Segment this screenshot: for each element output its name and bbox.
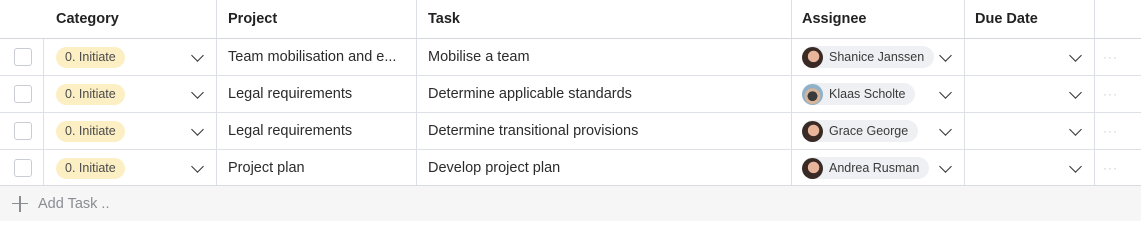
- task-cell[interactable]: Determine transitional provisions: [417, 113, 792, 149]
- task-name: Mobilise a team: [428, 49, 530, 65]
- avatar: [802, 120, 823, 142]
- due-date-cell[interactable]: [965, 39, 1095, 75]
- more-icon[interactable]: ···: [1095, 161, 1118, 175]
- assignee-cell[interactable]: Klaas Scholte: [792, 76, 965, 112]
- chevron-down-icon[interactable]: [1069, 123, 1082, 136]
- category-badge: 0. Initiate: [56, 120, 125, 142]
- task-name: Determine transitional provisions: [428, 123, 639, 139]
- row-checkbox[interactable]: [14, 122, 32, 140]
- assignee-pill[interactable]: Klaas Scholte: [802, 83, 916, 105]
- more-icon[interactable]: ···: [1095, 50, 1118, 64]
- category-cell[interactable]: 0. Initiate: [44, 76, 217, 112]
- chevron-down-icon[interactable]: [939, 86, 952, 99]
- row-select-cell: [0, 150, 44, 186]
- category-cell[interactable]: 0. Initiate: [44, 113, 217, 149]
- table-row: 0. Initiate Legal requirements Determine…: [0, 113, 1141, 150]
- header-extra-column: [1095, 0, 1141, 38]
- table-header: Category Project Task Assignee Due Date: [0, 0, 1141, 39]
- chevron-down-icon[interactable]: [191, 160, 204, 173]
- project-cell[interactable]: Team mobilisation and e...: [217, 39, 417, 75]
- category-badge: 0. Initiate: [56, 83, 125, 105]
- row-select-cell: [0, 39, 44, 75]
- row-more-cell[interactable]: ···: [1095, 39, 1141, 75]
- row-more-cell[interactable]: ···: [1095, 113, 1141, 149]
- avatar: [802, 83, 823, 105]
- header-category[interactable]: Category: [44, 0, 217, 38]
- assignee-pill[interactable]: Shanice Janssen: [802, 46, 935, 68]
- task-table: Category Project Task Assignee Due Date …: [0, 0, 1141, 187]
- add-task-row[interactable]: Add Task ..: [0, 185, 1141, 221]
- row-select-cell: [0, 113, 44, 149]
- table-row: 0. Initiate Team mobilisation and e... M…: [0, 39, 1141, 76]
- chevron-down-icon[interactable]: [1069, 86, 1082, 99]
- assignee-name: Grace George: [829, 124, 909, 138]
- chevron-down-icon[interactable]: [1069, 49, 1082, 62]
- chevron-down-icon[interactable]: [191, 49, 204, 62]
- avatar: [802, 46, 823, 68]
- project-name: Team mobilisation and e...: [228, 49, 397, 65]
- header-task[interactable]: Task: [417, 0, 792, 38]
- table-row: 0. Initiate Project plan Develop project…: [0, 150, 1141, 187]
- assignee-name: Shanice Janssen: [829, 50, 925, 64]
- more-icon[interactable]: ···: [1095, 124, 1118, 138]
- assignee-cell[interactable]: Shanice Janssen: [792, 39, 965, 75]
- project-name: Legal requirements: [228, 86, 353, 102]
- table-row: 0. Initiate Legal requirements Determine…: [0, 76, 1141, 113]
- assignee-name: Andrea Rusman: [829, 161, 920, 175]
- task-cell[interactable]: Mobilise a team: [417, 39, 792, 75]
- due-date-cell[interactable]: [965, 76, 1095, 112]
- task-cell[interactable]: Determine applicable standards: [417, 76, 792, 112]
- header-assignee[interactable]: Assignee: [792, 0, 965, 38]
- project-cell[interactable]: Legal requirements: [217, 113, 417, 149]
- row-checkbox[interactable]: [14, 48, 32, 66]
- header-due-date[interactable]: Due Date: [965, 0, 1095, 38]
- row-checkbox[interactable]: [14, 85, 32, 103]
- avatar: [802, 157, 823, 179]
- row-select-cell: [0, 76, 44, 112]
- project-name: Project plan: [228, 160, 305, 176]
- task-cell[interactable]: Develop project plan: [417, 150, 792, 186]
- add-task-button[interactable]: Add Task ..: [38, 196, 109, 212]
- row-checkbox[interactable]: [14, 159, 32, 177]
- assignee-cell[interactable]: Grace George: [792, 113, 965, 149]
- plus-icon[interactable]: [12, 195, 28, 212]
- chevron-down-icon[interactable]: [1069, 160, 1082, 173]
- chevron-down-icon[interactable]: [939, 49, 952, 62]
- category-cell[interactable]: 0. Initiate: [44, 150, 217, 186]
- category-cell[interactable]: 0. Initiate: [44, 39, 217, 75]
- task-name: Develop project plan: [428, 160, 561, 176]
- chevron-down-icon[interactable]: [939, 123, 952, 136]
- chevron-down-icon[interactable]: [191, 123, 204, 136]
- assignee-cell[interactable]: Andrea Rusman: [792, 150, 965, 186]
- task-name: Determine applicable standards: [428, 86, 632, 102]
- category-badge: 0. Initiate: [56, 46, 125, 68]
- chevron-down-icon[interactable]: [939, 160, 952, 173]
- assignee-pill[interactable]: Andrea Rusman: [802, 157, 930, 179]
- assignee-pill[interactable]: Grace George: [802, 120, 919, 142]
- category-badge: 0. Initiate: [56, 157, 125, 179]
- project-name: Legal requirements: [228, 123, 353, 139]
- chevron-down-icon[interactable]: [191, 86, 204, 99]
- due-date-cell[interactable]: [965, 113, 1095, 149]
- row-more-cell[interactable]: ···: [1095, 150, 1141, 186]
- more-icon[interactable]: ···: [1095, 87, 1118, 101]
- row-more-cell[interactable]: ···: [1095, 76, 1141, 112]
- header-project[interactable]: Project: [217, 0, 417, 38]
- project-cell[interactable]: Legal requirements: [217, 76, 417, 112]
- project-cell[interactable]: Project plan: [217, 150, 417, 186]
- assignee-name: Klaas Scholte: [829, 87, 906, 101]
- due-date-cell[interactable]: [965, 150, 1095, 186]
- header-checkbox-cell: [0, 0, 44, 38]
